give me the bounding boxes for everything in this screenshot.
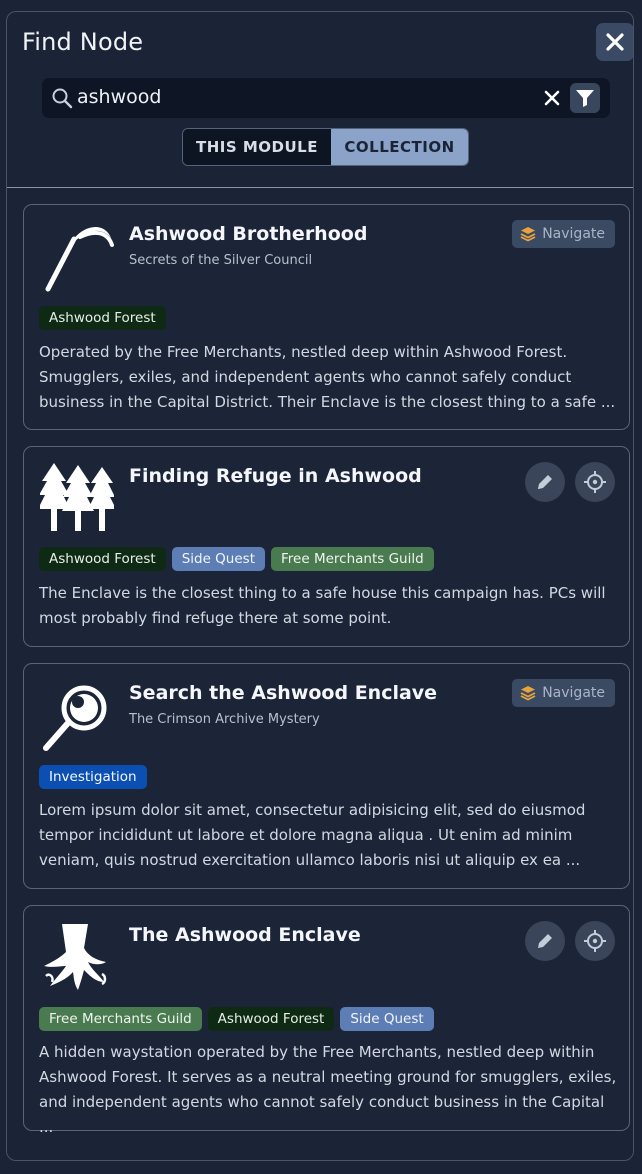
scythe-icon — [45, 227, 114, 292]
search-icon — [52, 88, 73, 109]
crosshair-icon — [584, 471, 606, 493]
clear-icon[interactable] — [542, 88, 562, 108]
tag[interactable]: Side Quest — [340, 1007, 434, 1031]
result-subtitle: The Crimson Archive Mystery — [129, 712, 320, 727]
result-title: Ashwood Brotherhood — [129, 223, 368, 245]
description-line: Operated by the Free Merchants, nestled … — [39, 343, 568, 361]
description-line: business in the Capital District. Their … — [39, 393, 616, 411]
tag[interactable]: Free Merchants Guild — [271, 547, 434, 571]
search-bar: ashwood — [42, 78, 610, 118]
scope-this-module[interactable]: THIS MODULE — [183, 129, 331, 165]
tag-list: Free Merchants Guild Ashwood Forest Side… — [39, 1007, 434, 1031]
pencil-icon — [538, 475, 552, 489]
tag[interactable]: Free Merchants Guild — [39, 1007, 202, 1031]
tag[interactable]: Side Quest — [171, 547, 265, 571]
tag-list: Ashwood Forest Side Quest Free Merchants… — [39, 547, 434, 571]
edit-button[interactable] — [525, 921, 565, 961]
layers-icon — [520, 227, 536, 242]
tag[interactable]: Ashwood Forest — [39, 547, 166, 571]
navigate-label: Navigate — [542, 685, 605, 701]
crosshair-icon — [584, 930, 606, 952]
divider — [7, 187, 633, 188]
result-description: The Enclave is the closest thing to a sa… — [39, 581, 617, 631]
find-node-panel: Find Node ashwood THIS MODULE COLLECTION — [6, 11, 634, 1161]
description-line: Smugglers, exiles, and independent agent… — [39, 368, 572, 386]
tag[interactable]: Ashwood Forest — [207, 1007, 335, 1031]
navigate-button[interactable]: Navigate — [512, 679, 615, 707]
result-card[interactable]: Finding Refuge in Ashwood Ashwood Forest… — [23, 446, 630, 647]
result-subtitle: Secrets of the Silver Council — [129, 253, 313, 268]
scope-toggle: THIS MODULE COLLECTION — [182, 128, 469, 166]
tag[interactable]: Investigation — [39, 765, 147, 789]
edit-button[interactable] — [525, 462, 565, 502]
navigate-button[interactable]: Navigate — [512, 220, 615, 248]
magnifying-glass-icon — [43, 685, 107, 751]
result-description: Operated by the Free Merchants, nestled … — [39, 340, 617, 415]
close-button[interactable] — [596, 23, 633, 61]
search-input[interactable]: ashwood — [77, 86, 161, 108]
description-line: veniam, quis nostrud exercitation ullamc… — [39, 851, 581, 869]
result-description: Lorem ipsum dolor sit amet, consectetur … — [39, 798, 617, 873]
result-card[interactable]: Search the Ashwood Enclave The Crimson A… — [23, 663, 630, 889]
tag-list: Investigation — [39, 765, 147, 789]
description-line: Ashwood Forest. It serves as a neutral m… — [39, 1068, 617, 1086]
description-line: and independent agents who cannot safely… — [39, 1093, 605, 1136]
tag-list: Ashwood Forest — [39, 306, 166, 330]
layers-icon — [520, 686, 536, 701]
filter-icon — [576, 90, 594, 107]
panel-title: Find Node — [22, 28, 144, 56]
description-line: tempor incididunt ut labore et dolore ma… — [39, 826, 573, 844]
result-description: A hidden waystation operated by the Free… — [39, 1040, 617, 1140]
scope-collection[interactable]: COLLECTION — [331, 129, 468, 165]
description-line: most probably find refuge there at some … — [39, 609, 392, 627]
pencil-icon — [538, 934, 552, 948]
locate-button[interactable] — [575, 462, 615, 502]
description-line: Lorem ipsum dolor sit amet, consectetur … — [39, 801, 586, 819]
navigate-label: Navigate — [542, 226, 605, 242]
result-card[interactable]: Ashwood Brotherhood Secrets of the Silve… — [23, 204, 630, 430]
description-line: A hidden waystation operated by the Free… — [39, 1043, 595, 1061]
pine-forest-icon — [40, 463, 114, 531]
locate-button[interactable] — [575, 921, 615, 961]
result-card[interactable]: The Ashwood Enclave Free Merchants Guild… — [23, 905, 630, 1136]
tree-stump-icon — [44, 924, 107, 990]
result-title: Finding Refuge in Ashwood — [129, 465, 422, 487]
result-title: The Ashwood Enclave — [129, 924, 361, 946]
filter-button[interactable] — [570, 83, 600, 113]
description-line: The Enclave is the closest thing to a sa… — [39, 584, 606, 602]
tag[interactable]: Ashwood Forest — [39, 306, 166, 330]
close-icon — [606, 33, 624, 51]
result-title: Search the Ashwood Enclave — [129, 682, 438, 704]
